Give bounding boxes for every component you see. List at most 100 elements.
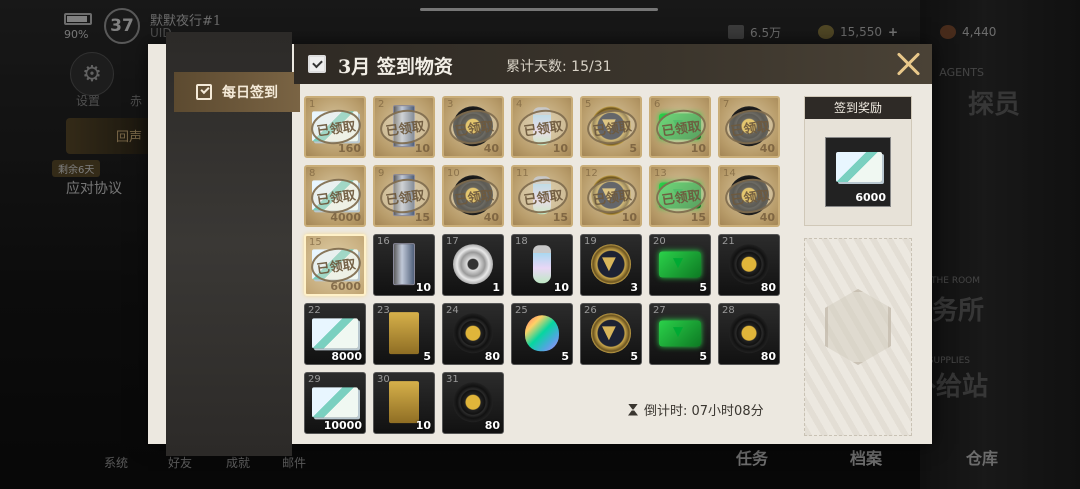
day-number: 7 [723,99,730,110]
reward-qty: 6000 [855,191,886,204]
day-cell[interactable]: 25 5 [511,303,573,365]
vinyl-icon [453,313,493,354]
day-cell[interactable]: 15 6000 已领取 [304,234,366,296]
day-qty: 5 [630,350,638,363]
day-number: 3 [447,99,454,110]
day-cell[interactable]: 55已领取 [580,96,642,158]
day-cell[interactable]: 27 5 [649,303,711,365]
cash-icon [312,387,358,418]
day-cell[interactable]: 7 40 已领取 [718,96,780,158]
day-qty: 15 [414,211,430,224]
day-cell[interactable]: 1210已领取 [580,165,642,227]
day-qty: 10000 [323,419,362,432]
day-cell[interactable]: 28 80 [718,303,780,365]
day-qty: 15 [552,211,568,224]
day-cell[interactable]: 24 80 [442,303,504,365]
day-qty: 10 [415,419,431,432]
day-cell[interactable]: 1 160 已领取 [304,96,366,158]
hourglass-icon [628,403,638,416]
day-cell[interactable]: 10 40 已领取 [442,165,504,227]
day-number: 24 [446,305,459,316]
day-number: 6 [654,99,661,110]
reward-title: 签到奖励 [805,97,911,119]
day-number: 27 [653,305,666,316]
badge-icon [591,313,631,354]
day-cell[interactable]: 21 80 [718,234,780,296]
day-number: 12 [585,168,598,179]
day-cell[interactable]: 19 3 [580,234,642,296]
day-qty: 40 [483,211,499,224]
day-number: 26 [584,305,597,316]
day-cell[interactable]: 2 10 已领取 [373,96,435,158]
day-qty: 10 [553,281,569,294]
day-number: 29 [308,374,321,385]
day-number: 1 [309,99,316,110]
day-cell[interactable]: 30 10 [373,372,435,434]
day-qty: 40 [759,142,775,155]
day-cell[interactable]: 29 10000 [304,372,366,434]
day-qty: 1 [492,281,500,294]
day-qty: 5 [629,142,637,155]
day-cell[interactable]: 610已领取 [649,96,711,158]
cash-icon [836,152,882,182]
card-icon [659,251,701,278]
day-number: 21 [722,236,735,247]
day-qty: 10 [415,281,431,294]
day-cell[interactable]: 16 10 [373,234,435,296]
day-cell[interactable]: 9 15 已领取 [373,165,435,227]
day-qty: 10 [690,142,706,155]
day-qty: 40 [759,211,775,224]
reward-item[interactable]: 6000 [825,137,891,207]
day-qty: 40 [483,142,499,155]
day-number: 8 [309,168,316,179]
day-qty: 5 [423,350,431,363]
checkin-modal: 每日签到 3月 签到物资 累计天数: 15/31 1 160 已领取 2 10 已领取 3 4… [148,32,932,456]
badge-icon [591,244,631,285]
vinyl-icon [453,382,493,423]
cassette-icon [389,381,419,424]
day-number: 4 [516,99,523,110]
close-icon[interactable] [894,50,922,78]
bottle-icon [533,245,551,284]
modal-header: 3月 签到物资 累计天数: 15/31 [294,44,932,84]
day-number: 11 [516,168,529,179]
countdown: 倒计时: 07小时08分 [628,400,764,419]
day-cell[interactable]: 22 8000 [304,303,366,365]
day-number: 20 [653,236,666,247]
day-cell[interactable]: 1315已领取 [649,165,711,227]
day-cell[interactable]: 3 40 已领取 [442,96,504,158]
day-cell[interactable]: 26 5 [580,303,642,365]
day-cell[interactable]: 17 1 [442,234,504,296]
day-cell[interactable]: 14 40 已领取 [718,165,780,227]
day-cell[interactable]: 4 10 已领取 [511,96,573,158]
day-number: 9 [378,168,385,179]
day-cell[interactable]: 23 5 [373,303,435,365]
day-number: 25 [515,305,528,316]
tab-daily-checkin-label: 每日签到 [222,85,278,101]
day-number: 15 [309,237,322,248]
countdown-text: 倒计时: 07小时08分 [644,404,764,419]
day-qty: 80 [484,350,500,363]
day-number: 2 [378,99,385,110]
day-cell[interactable]: 20 5 [649,234,711,296]
day-cell[interactable]: 31 80 [442,372,504,434]
day-qty: 3 [630,281,638,294]
hexagon-emblem-icon [825,289,891,365]
day-cell[interactable]: 18 10 [511,234,573,296]
day-qty: 5 [699,350,707,363]
day-number: 16 [377,236,390,247]
day-qty: 10 [552,142,568,155]
day-number: 13 [654,168,667,179]
calendar-check-icon [308,55,326,73]
day-number: 5 [585,99,592,110]
day-number: 19 [584,236,597,247]
tab-daily-checkin[interactable]: 每日签到 [174,72,300,112]
day-cell[interactable]: 11 15 已领取 [511,165,573,227]
day-cell[interactable]: 8 4000 已领取 [304,165,366,227]
day-qty: 5 [699,281,707,294]
day-number: 14 [723,168,736,179]
vinyl-icon [729,244,769,285]
tab-panel: 每日签到 [166,32,300,456]
cash-icon [312,318,358,349]
cd-icon [453,244,493,285]
